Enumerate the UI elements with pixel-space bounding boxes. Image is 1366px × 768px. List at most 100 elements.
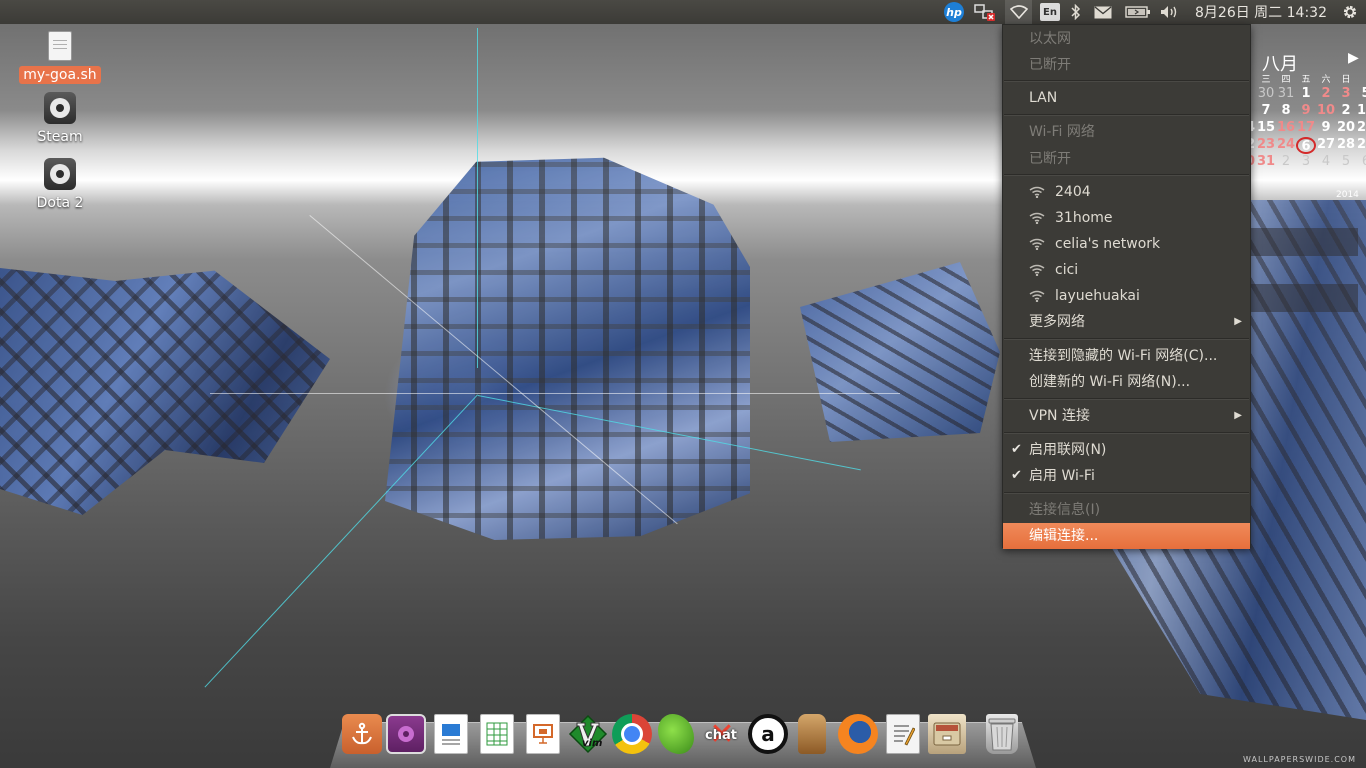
hp-indicator[interactable]: hp [942,0,966,24]
mail-icon [1094,5,1112,18]
menu-item-create-new[interactable]: 创建新的 Wi-Fi 网络(N)... [1003,369,1250,395]
file-manager-icon[interactable] [928,714,966,754]
submenu-arrow-icon: ▶ [1234,316,1242,327]
calendar-day[interactable]: 30 [1256,86,1276,103]
xchat-icon[interactable]: ✕ chat [702,714,742,754]
calendar-next-arrow-icon[interactable]: ▶ [1348,50,1359,66]
calendar-day[interactable]: 2 [1336,103,1356,120]
wifi-icon [1009,5,1028,19]
calendar-extra-box [1236,284,1358,312]
calendar-day[interactable]: 17 [1296,120,1316,137]
menu-item-connection-info: 连接信息(I) [1029,502,1101,518]
menu-separator [1004,398,1249,400]
calendar-day[interactable]: 4 [1316,154,1336,171]
desktop-icon-steam[interactable]: Steam [18,92,102,146]
clock-indicator[interactable]: 8月26日 周二 14:32 [1189,0,1333,24]
steam-icon [44,92,76,124]
a-icon[interactable]: a [748,714,788,754]
menu-item-enable-networking[interactable]: ✔ 启用联网(N) [1003,437,1250,463]
menu-ethernet-header: 以太网 [1029,31,1071,47]
calendar-day[interactable]: 20 [1336,120,1356,137]
menu-item-lan[interactable]: LAN [1003,85,1250,111]
menu-item-wifi-network[interactable]: layuehuakai [1003,283,1250,309]
keyboard-layout-indicator[interactable]: En [1039,0,1061,24]
menu-item-wifi-network[interactable]: cici [1003,257,1250,283]
calendar-day[interactable]: 28 [1336,137,1356,154]
calc-icon[interactable] [480,714,514,754]
impress-icon[interactable] [526,714,560,754]
calendar-day[interactable]: 23 [1256,137,1276,154]
wifi-signal-icon [1029,186,1045,198]
menu-separator [1004,80,1249,82]
calendar-day[interactable]: 9 [1296,103,1316,120]
top-panel: hp En 8月26日 周二 14:32 [0,0,1366,24]
vpn-label: VPN 连接 [1029,408,1090,424]
calendar-day[interactable]: 1 [1296,86,1316,103]
session-indicator[interactable] [1338,0,1362,24]
calendar-day[interactable]: 9 [1316,120,1336,137]
enable-networking-label: 启用联网(N) [1029,442,1107,458]
wifi-network-label: 31home [1055,210,1113,226]
calendar-widget: 八月 ▶ 二三四五六日 9303112356789102131415161792… [1236,44,1366,204]
calendar-day[interactable]: 13 [1356,103,1366,120]
anchor-icon[interactable] [342,714,382,754]
calendar-events-box: ts [1236,228,1358,256]
menu-item-wifi-network[interactable]: 2404 [1003,179,1250,205]
trash-icon[interactable] [986,714,1018,754]
writer-icon[interactable] [434,714,468,754]
calendar-day[interactable]: 21 [1356,120,1366,137]
menu-item-connect-hidden[interactable]: 连接到隐藏的 Wi-Fi 网络(C)... [1003,343,1250,369]
vim-icon[interactable]: vim [568,714,608,754]
calendar-day[interactable]: 31 [1256,154,1276,171]
desktop-icon-my-goa[interactable]: my-goa.sh [18,30,102,84]
calendar-day[interactable]: 7 [1256,103,1276,120]
keyboard-layout-label: En [1040,3,1060,21]
wifi-network-label: cici [1055,262,1079,278]
calendar-day[interactable]: 31 [1276,86,1296,103]
calendar-weekday: 三 [1261,75,1271,85]
menu-item-wifi-network[interactable]: 31home [1003,205,1250,231]
calendar-day[interactable]: 29 [1356,137,1366,154]
calendar-day[interactable]: 6 [1296,137,1316,154]
menu-item-vpn[interactable]: VPN 连接 ▶ [1003,403,1250,429]
menu-separator [1004,432,1249,434]
volume-icon [1161,6,1177,18]
menu-item-more-networks[interactable]: 更多网络 ▶ [1003,309,1250,335]
wifi-indicator[interactable] [1005,0,1032,24]
calendar-day[interactable]: 24 [1276,137,1296,154]
menu-item-enable-wifi[interactable]: ✔ 启用 Wi-Fi [1003,463,1250,489]
bluetooth-indicator[interactable] [1067,0,1085,24]
menu-wifi-header: Wi-Fi 网络 [1029,124,1095,140]
calendar-weekday: 四 [1281,75,1291,85]
mail-indicator[interactable] [1092,0,1114,24]
video-player-icon[interactable] [386,714,426,754]
text-editor-icon[interactable] [886,714,920,754]
clock-label: 8月26日 周二 14:32 [1195,5,1327,21]
chess-icon[interactable] [798,714,826,754]
bluetooth-icon [1071,4,1081,20]
network-error-indicator[interactable] [972,0,998,24]
calendar-day[interactable]: 5 [1336,154,1356,171]
calendar-day[interactable]: 27 [1316,137,1336,154]
calendar-day[interactable]: 3 [1336,86,1356,103]
chrome-icon[interactable] [612,714,652,754]
calendar-day[interactable]: 2 [1316,86,1336,103]
volume-indicator[interactable] [1158,0,1182,24]
wifi-signal-icon [1029,212,1045,224]
wallpaper-cube-right [800,262,1000,442]
calendar-day[interactable]: 3 [1296,154,1316,171]
calendar-day[interactable]: 2 [1276,154,1296,171]
calendar-day[interactable]: 16 [1276,120,1296,137]
calendar-day[interactable]: 8 [1276,103,1296,120]
firefox-icon[interactable] [838,714,878,754]
calendar-day[interactable]: 10 [1316,103,1336,120]
battery-indicator[interactable] [1123,0,1153,24]
menu-item-edit-connections[interactable]: 编辑连接... [1003,523,1250,549]
wallpaper-cube-main [385,157,750,540]
desktop-icon-dota2[interactable]: Dota 2 [18,158,102,212]
calendar-day[interactable]: 5 [1356,86,1366,103]
calendar-day[interactable]: 15 [1256,120,1276,137]
wallpaper-ray [477,28,478,368]
calendar-day[interactable]: 6 [1356,154,1366,171]
menu-item-wifi-network[interactable]: celia's network [1003,231,1250,257]
